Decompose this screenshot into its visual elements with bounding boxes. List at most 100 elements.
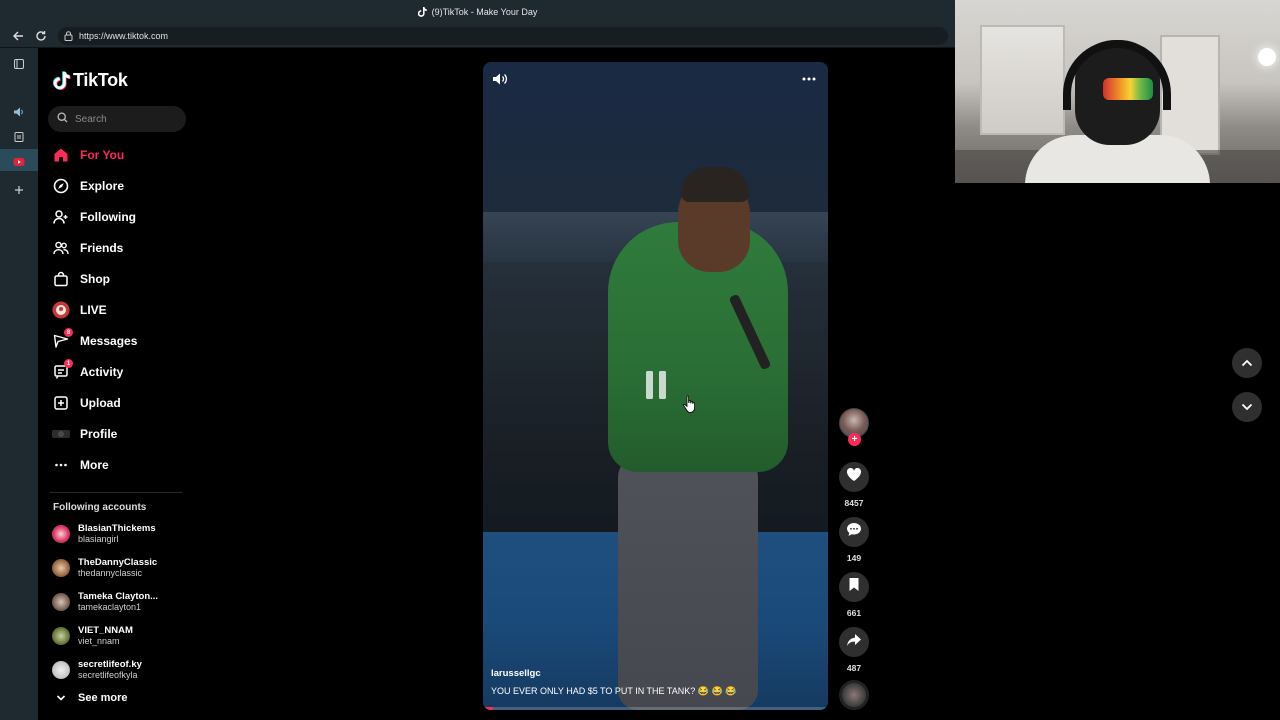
following-account[interactable]: VIET_NNAM viet_nnam [52, 622, 192, 650]
nav-messages[interactable]: 8 Messages [52, 328, 137, 353]
nav-label: Explore [80, 179, 125, 193]
speaker-icon[interactable] [11, 104, 27, 120]
account-handle: viet_nnam [78, 636, 120, 646]
chevron-down-icon [56, 694, 66, 702]
nav-friends[interactable]: Friends [52, 236, 123, 260]
avatar [52, 559, 70, 577]
account-name: Tameka Clayton... [78, 591, 159, 602]
nav-live[interactable]: LIVE [52, 298, 107, 322]
nav-profile[interactable]: Profile [52, 422, 117, 446]
account-name: secretlifeof.ky [78, 659, 142, 670]
messages-badge: 8 [64, 328, 73, 337]
save-button[interactable] [839, 572, 869, 602]
live-icon [52, 301, 70, 319]
nav-label: Friends [80, 241, 124, 255]
following-account[interactable]: TheDannyClassic thedannyclassic [52, 554, 192, 582]
more-icon [52, 456, 70, 474]
next-video-button[interactable] [1232, 392, 1262, 422]
back-icon[interactable] [6, 24, 30, 48]
nav-label: LIVE [80, 303, 107, 317]
tiktok-note-icon [53, 70, 71, 91]
browser-addressbar: https://www.tiktok.com [0, 24, 955, 48]
youtube-icon[interactable] [11, 154, 27, 170]
heart-icon [846, 467, 862, 487]
webcam-overlay [955, 0, 1280, 183]
video-player[interactable]: larussellgc YOU EVER ONLY HAD $5 TO PUT … [483, 62, 828, 710]
browser-titlebar: (9)TikTok - Make Your Day [0, 0, 955, 24]
more-options-icon[interactable] [800, 70, 818, 88]
logo-text: TikTok [73, 70, 128, 90]
send-icon: 8 [52, 328, 73, 350]
like-button[interactable] [839, 462, 869, 492]
webcam-background-window [980, 25, 1065, 135]
tiktok-logo[interactable]: TikTok [53, 70, 128, 91]
share-button[interactable] [839, 627, 869, 657]
see-more-label: See more [78, 692, 128, 704]
nav-label: Profile [80, 427, 118, 441]
video-author[interactable]: larussellgc [491, 668, 541, 679]
avatar [52, 661, 70, 679]
search-icon [57, 112, 68, 126]
sidebar-divider [50, 492, 182, 493]
nav-label: For You [80, 148, 125, 162]
nav-label: Shop [80, 272, 110, 286]
video-progress-bar[interactable] [483, 707, 828, 710]
account-name: VIET_NNAM [78, 625, 133, 636]
tabs-icon[interactable] [11, 56, 27, 72]
following-account[interactable]: Tameka Clayton... tamekaclayton1 [52, 588, 192, 616]
following-account[interactable]: secretlifeof.ky secretlifeofkyla [52, 656, 192, 684]
video-frame-performer-hair [681, 167, 749, 202]
webcam-light-fixture [1258, 48, 1276, 66]
tiktok-sidebar: TikTok Search For You Explore Following … [38, 48, 198, 720]
profile-avatar [52, 425, 70, 443]
account-name: BlasianThickems [78, 523, 156, 534]
video-progress-fill [483, 707, 494, 710]
bookmark-icon [848, 577, 860, 597]
nav-more[interactable]: More [52, 453, 109, 477]
url-text[interactable]: https://www.tiktok.com [79, 31, 168, 41]
nav-shop[interactable]: Shop [52, 267, 110, 291]
account-handle: thedannyclassic [78, 568, 143, 578]
comment-count: 149 [846, 553, 862, 563]
comment-button[interactable] [839, 517, 869, 547]
volume-icon[interactable] [491, 70, 509, 88]
nav-label: Upload [80, 396, 121, 410]
music-disc-icon[interactable] [839, 680, 869, 710]
previous-video-button[interactable] [1232, 348, 1262, 378]
nav-label: More [80, 458, 109, 472]
person-add-icon [52, 208, 70, 226]
nav-activity[interactable]: 1 Activity [52, 359, 124, 384]
browser-side-panel [0, 48, 38, 720]
activity-icon: 1 [52, 359, 73, 381]
site-info-icon[interactable] [64, 31, 73, 41]
see-more-button[interactable]: See more [56, 692, 128, 704]
tiktok-favicon-icon [418, 7, 428, 17]
friends-icon [52, 239, 70, 257]
reload-icon[interactable] [29, 24, 53, 48]
share-icon [846, 633, 862, 652]
avatar [52, 525, 70, 543]
account-handle: tamekaclayton1 [78, 602, 142, 612]
url-bar[interactable]: https://www.tiktok.com [58, 27, 948, 45]
nav-upload[interactable]: Upload [52, 391, 121, 415]
nav-explore[interactable]: Explore [52, 174, 124, 198]
home-icon [52, 146, 70, 164]
share-count: 487 [846, 663, 862, 673]
add-panel-icon[interactable] [11, 182, 27, 198]
pause-icon[interactable] [642, 369, 670, 401]
chevron-up-icon [1241, 354, 1253, 372]
video-caption: YOU EVER ONLY HAD $5 TO PUT IN THE TANK?… [491, 686, 737, 696]
search-input[interactable]: Search [48, 106, 186, 132]
follow-plus-icon[interactable]: + [848, 433, 861, 446]
webcam-sunglasses [1103, 78, 1153, 100]
nav-label: Activity [80, 365, 124, 379]
mouse-pointer-icon [683, 395, 697, 413]
comment-icon [846, 522, 862, 542]
nav-for-you[interactable]: For You [52, 143, 124, 167]
nav-following[interactable]: Following [52, 205, 136, 229]
following-account[interactable]: BlasianThickems blasiangirl [52, 520, 192, 548]
reading-list-icon[interactable] [11, 129, 27, 145]
video-frame-performer-pants [618, 457, 758, 710]
tab-title[interactable]: (9)TikTok - Make Your Day [432, 7, 538, 17]
following-accounts-title: Following accounts [53, 502, 147, 513]
